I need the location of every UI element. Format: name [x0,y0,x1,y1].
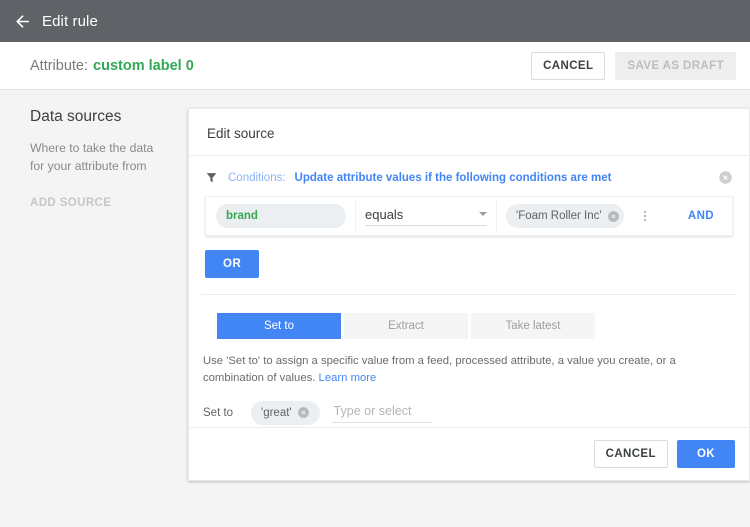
card-wrapper: Edit source Conditions: Update attribute… [188,108,750,526]
or-button[interactable]: OR [205,250,260,278]
set-to-label: Set to [203,406,234,419]
body-area: Data sources Where to take the data for … [0,90,750,526]
conditions-label: Conditions: [228,171,286,184]
help-text: Use 'Set to' to assign a specific value … [189,339,749,387]
app-bar: Edit rule [0,0,750,42]
card-title: Edit source [189,109,749,156]
filter-icon [205,171,218,184]
close-circle-icon[interactable] [607,210,620,223]
operator-select-value: equals [365,206,404,222]
attribute-bar: Attribute: custom label 0 CANCEL SAVE AS… [0,42,750,90]
back-arrow-icon[interactable] [8,7,36,35]
condition-row-wrapper: brand equals 'Foam Roller Inc' AND [189,196,749,236]
close-circle-icon[interactable] [718,170,733,185]
mode-tabs: Set to Extract Take latest [189,295,749,339]
attribute-value: custom label 0 [93,57,194,74]
condition-row: brand equals 'Foam Roller Inc' AND [205,196,733,236]
close-circle-icon[interactable] [297,406,310,419]
and-conjunction-button[interactable]: AND [688,210,714,222]
sidebar-heading: Data sources [30,108,122,125]
chevron-down-icon [479,212,487,216]
condition-divider-2 [496,201,497,231]
tab-extract[interactable]: Extract [344,313,468,339]
set-to-row: Set to 'great' [189,387,749,425]
or-button-wrapper: OR [189,236,749,294]
operator-select[interactable]: equals [365,207,487,226]
sidebar: Data sources Where to take the data for … [0,108,188,526]
set-to-value-chip[interactable]: 'great' [251,400,320,425]
sidebar-description: Where to take the data for your attribut… [30,141,154,173]
condition-attribute-chip[interactable]: brand [216,204,346,228]
dot [643,211,646,213]
dot [643,215,646,217]
edit-source-card: Edit source Conditions: Update attribute… [188,108,750,481]
set-to-value-text: 'great' [261,406,292,419]
app-bar-title: Edit rule [42,12,98,30]
conditions-description: Update attribute values if the following… [294,171,612,184]
conditions-header: Conditions: Update attribute values if t… [189,156,749,196]
save-as-draft-button[interactable]: SAVE AS DRAFT [615,51,736,80]
attribute-label: Attribute: [30,57,89,74]
cancel-button[interactable]: CANCEL [593,440,668,468]
cancel-button-top[interactable]: CANCEL [531,51,606,80]
condition-value-text: 'Foam Roller Inc' [516,210,602,222]
add-source-button[interactable]: ADD SOURCE [30,197,170,209]
card-footer: CANCEL OK [189,427,749,480]
learn-more-link[interactable]: Learn more [319,372,377,384]
condition-divider-1 [355,201,356,231]
more-vert-icon[interactable] [636,211,654,221]
dot [643,219,646,221]
condition-value-chip[interactable]: 'Foam Roller Inc' [506,204,624,228]
card-main: Conditions: Update attribute values if t… [189,156,749,427]
tab-take-latest[interactable]: Take latest [471,313,595,339]
ok-button[interactable]: OK [676,440,735,468]
help-text-body: Use 'Set to' to assign a specific value … [203,355,676,384]
tab-set-to[interactable]: Set to [217,313,341,339]
set-to-input[interactable] [331,402,432,423]
